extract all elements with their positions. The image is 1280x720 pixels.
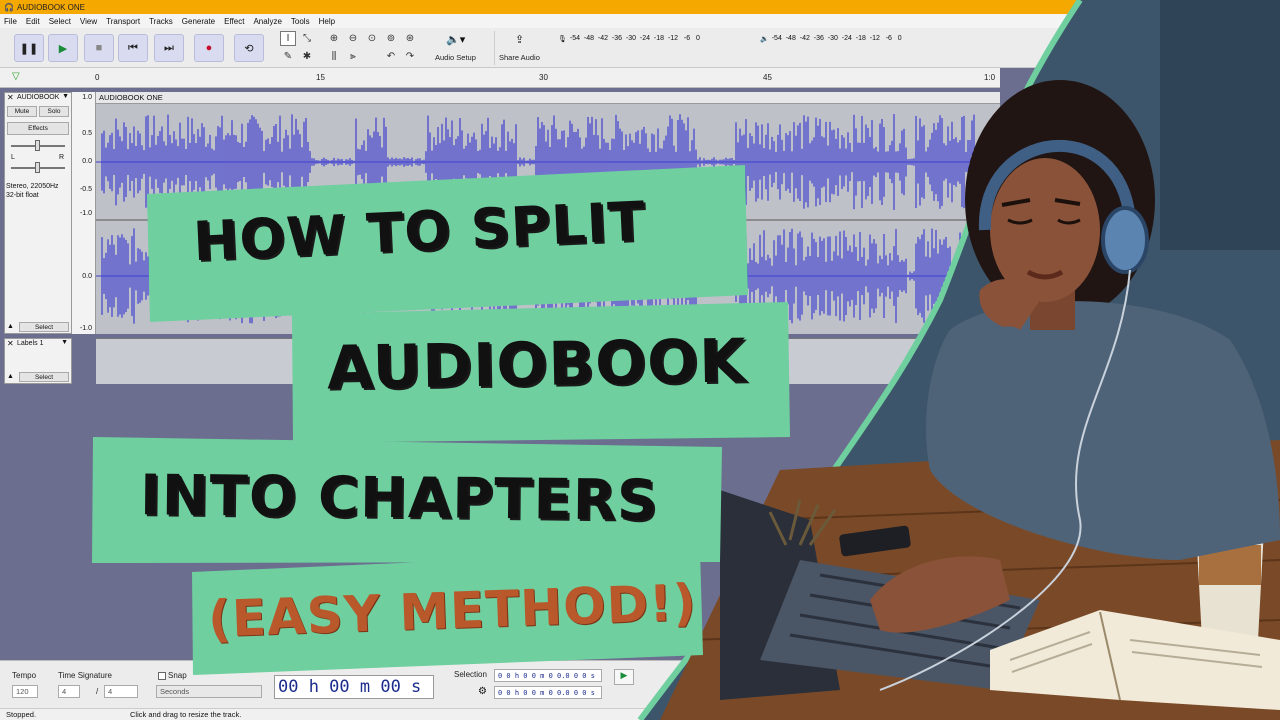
headphone-cup [1101,206,1149,274]
headline-line-2: AUDIOBOOK [326,326,748,404]
wall-shade [1160,0,1280,250]
headline-line-3: INTO CHAPTERS [139,463,659,534]
